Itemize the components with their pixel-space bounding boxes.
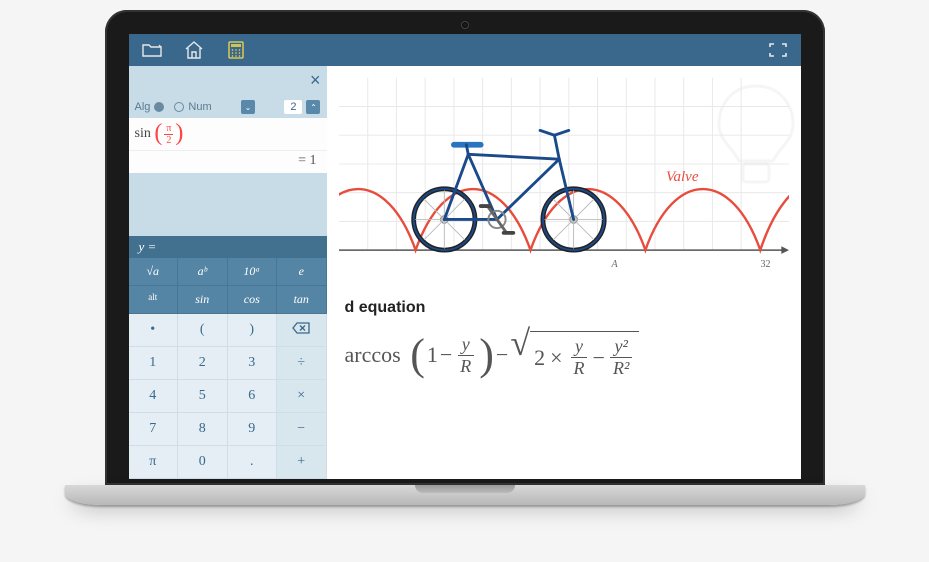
eq-arccos: arccos xyxy=(345,342,401,368)
paren-open: ( xyxy=(154,124,162,143)
expression-input[interactable]: sin ( π 2 ) xyxy=(129,118,327,150)
eq-rparen: ) xyxy=(479,340,494,371)
key-sqrt[interactable]: √a xyxy=(129,258,179,286)
frac-y2: y xyxy=(571,336,587,358)
num-keypad: • ( ) 1 2 3 ÷ 4 5 6 × 7 8 9 xyxy=(129,314,327,479)
mode-alg-label: Alg xyxy=(135,101,151,113)
step-value: 2 xyxy=(284,100,302,114)
content-area: × Alg Num ⌄ 2 ⌃ sin ( xyxy=(129,66,801,479)
backspace-icon[interactable] xyxy=(277,314,327,347)
frac-R: R xyxy=(456,356,475,377)
key-e[interactable]: e xyxy=(277,258,327,286)
frac-ysq: y² xyxy=(610,336,631,358)
eq-sqrt: √ 2 × y R − y² xyxy=(510,331,639,379)
key-3[interactable]: 3 xyxy=(228,347,278,380)
mode-num-dot[interactable] xyxy=(174,102,184,112)
eq-frac-y2R2: y² R² xyxy=(609,336,633,379)
expr-fraction: π 2 xyxy=(164,123,173,146)
key-paren-close[interactable]: ) xyxy=(228,314,278,347)
result-eq: = xyxy=(298,153,309,168)
y-equals-row[interactable]: y = xyxy=(129,236,327,258)
calculator-panel: × Alg Num ⌄ 2 ⌃ sin ( xyxy=(129,66,327,479)
fn-key-row2: alt sin cos tan xyxy=(129,286,327,314)
graph-area[interactable]: Valve A 32 xyxy=(339,74,789,274)
eq-times: × xyxy=(550,345,562,371)
key-decimal[interactable]: . xyxy=(228,446,278,479)
cycloid-graph xyxy=(339,74,789,273)
home-icon[interactable] xyxy=(179,38,209,62)
frac-num: π xyxy=(164,123,173,135)
sqrt-icon: √ xyxy=(510,333,530,355)
eq-frac-yR: y R xyxy=(456,334,475,377)
laptop-base xyxy=(65,485,865,505)
mode-alg-dot[interactable] xyxy=(154,102,164,112)
close-icon[interactable]: × xyxy=(310,70,321,91)
key-pi[interactable]: π xyxy=(129,446,179,479)
key-multiply[interactable]: × xyxy=(277,380,327,413)
key-divide[interactable]: ÷ xyxy=(277,347,327,380)
screen-bezel: × Alg Num ⌄ 2 ⌃ sin ( xyxy=(105,10,825,485)
fn-key-row1: √a aᵇ 10ᵃ e xyxy=(129,258,327,286)
key-2[interactable]: 2 xyxy=(178,347,228,380)
equation-display: arccos ( 1 − y R ) − √ xyxy=(345,331,789,379)
key-cos[interactable]: cos xyxy=(228,286,278,314)
step-down-icon[interactable]: ⌄ xyxy=(241,100,255,114)
fullscreen-icon[interactable] xyxy=(763,38,793,62)
result-val: 1 xyxy=(310,153,317,168)
key-ten-power[interactable]: 10ᵃ xyxy=(228,258,278,286)
sqrt-body: 2 × y R − y² R² xyxy=(530,331,639,379)
key-plus[interactable]: + xyxy=(277,446,327,479)
key-alt[interactable]: alt xyxy=(129,286,179,314)
calc-history: Alg Num ⌄ 2 ⌃ sin ( π xyxy=(129,66,327,236)
laptop-mockup: × Alg Num ⌄ 2 ⌃ sin ( xyxy=(65,10,865,540)
valve-label: Valve xyxy=(666,169,698,186)
axis-label-a: A xyxy=(612,259,618,270)
paren-close: ) xyxy=(175,124,183,143)
key-5[interactable]: 5 xyxy=(178,380,228,413)
key-7[interactable]: 7 xyxy=(129,413,179,446)
key-dot-op[interactable]: • xyxy=(129,314,179,347)
frac-Rsq: R² xyxy=(609,358,633,379)
eq-one: 1 xyxy=(427,342,438,368)
eq-minus2: − xyxy=(496,342,508,368)
frac-R2: R xyxy=(570,358,589,379)
step-up-icon[interactable]: ⌃ xyxy=(306,100,320,114)
axis-label-32: 32 xyxy=(761,259,771,270)
expr-fn: sin xyxy=(135,126,151,142)
eq-minus1: − xyxy=(440,342,452,368)
eq-minus3: − xyxy=(593,345,605,371)
key-0[interactable]: 0 xyxy=(178,446,228,479)
folder-icon[interactable] xyxy=(137,38,167,62)
key-sin[interactable]: sin xyxy=(178,286,228,314)
expression-result: = 1 xyxy=(129,150,327,173)
eq-two: 2 xyxy=(534,345,545,371)
app-toolbar xyxy=(129,34,801,66)
key-8[interactable]: 8 xyxy=(178,413,228,446)
calculator-icon[interactable] xyxy=(221,38,251,62)
key-power[interactable]: aᵇ xyxy=(178,258,228,286)
key-paren-open[interactable]: ( xyxy=(178,314,228,347)
mode-num-label: Num xyxy=(188,101,211,113)
frac-den: 2 xyxy=(166,135,171,146)
key-1[interactable]: 1 xyxy=(129,347,179,380)
camera-dot xyxy=(461,21,469,29)
app-screen: × Alg Num ⌄ 2 ⌃ sin ( xyxy=(129,34,801,479)
equation-heading: d equation xyxy=(345,299,789,317)
workspace: Valve A 32 d equation arccos ( 1 − y R xyxy=(327,66,801,479)
eq-lparen: ( xyxy=(410,340,425,371)
mode-row[interactable]: Alg Num ⌄ 2 ⌃ xyxy=(129,96,327,118)
frac-y: y xyxy=(458,334,474,356)
key-tan[interactable]: tan xyxy=(277,286,327,314)
eq-frac-yR2: y R xyxy=(570,336,589,379)
key-4[interactable]: 4 xyxy=(129,380,179,413)
key-9[interactable]: 9 xyxy=(228,413,278,446)
key-minus[interactable]: − xyxy=(277,413,327,446)
key-6[interactable]: 6 xyxy=(228,380,278,413)
